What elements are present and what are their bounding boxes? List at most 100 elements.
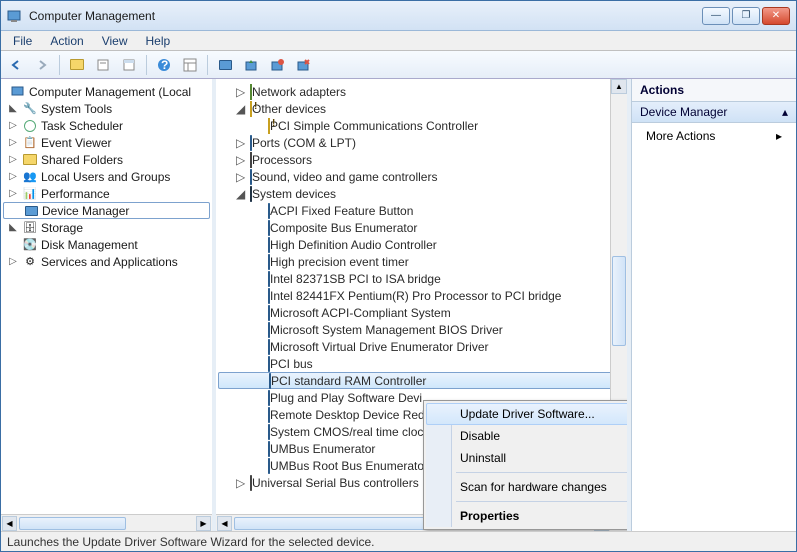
expand-icon[interactable]: ▷ — [7, 154, 19, 165]
tree-local-users[interactable]: ▷👥Local Users and Groups — [3, 168, 210, 185]
context-menu-item[interactable]: Update Driver Software... — [426, 403, 631, 425]
tree-task-scheduler[interactable]: ▷ Task Scheduler — [3, 117, 210, 134]
expand-icon[interactable]: ▷ — [236, 170, 250, 184]
device-category[interactable]: ◢Other devices — [218, 100, 625, 117]
actions-category[interactable]: Device Manager ▴ — [632, 102, 796, 123]
device-item[interactable]: Microsoft System Management BIOS Driver — [218, 321, 625, 338]
export-button[interactable] — [118, 54, 140, 76]
tree-performance[interactable]: ▷📊Performance — [3, 185, 210, 202]
device-item[interactable]: Composite Bus Enumerator — [218, 219, 625, 236]
tree-disk-mgmt[interactable]: 💽Disk Management — [3, 236, 210, 253]
console-tree[interactable]: Computer Management (Local ◣🔧System Tool… — [1, 79, 212, 514]
uninstall-tb-button[interactable] — [292, 54, 314, 76]
menu-help[interactable]: Help — [138, 32, 179, 50]
device-label: Remote Desktop Device Red — [270, 408, 425, 422]
tree-label: Storage — [41, 221, 83, 235]
tree-event-viewer[interactable]: ▷📋Event Viewer — [3, 134, 210, 151]
device-category[interactable]: ▷Processors — [218, 151, 625, 168]
expand-icon[interactable]: ▷ — [7, 120, 19, 131]
menu-action[interactable]: Action — [42, 32, 91, 50]
tree-label: Device Manager — [42, 204, 129, 218]
device-item[interactable]: High Definition Audio Controller — [218, 236, 625, 253]
category-label: Universal Serial Bus controllers — [252, 476, 419, 490]
device-item[interactable]: PCI Simple Communications Controller — [218, 117, 625, 134]
category-label: Ports (COM & LPT) — [252, 136, 356, 150]
expand-icon[interactable]: ▷ — [7, 137, 19, 148]
actions-pane: Actions Device Manager ▴ More Actions ▸ — [631, 79, 796, 531]
expand-icon[interactable]: ▷ — [236, 476, 250, 490]
actions-header: Actions — [632, 79, 796, 102]
scroll-thumb[interactable] — [19, 517, 126, 530]
main-content: Computer Management (Local ◣🔧System Tool… — [1, 79, 796, 531]
update-driver-tb-button[interactable] — [240, 54, 262, 76]
tree-view-button[interactable] — [179, 54, 201, 76]
collapse-icon[interactable]: ◣ — [7, 103, 19, 114]
expand-icon[interactable]: ▷ — [7, 171, 19, 182]
services-icon: ⚙ — [22, 254, 38, 270]
tree-label: Task Scheduler — [41, 119, 123, 133]
left-horizontal-scrollbar[interactable]: ◀ ▶ — [1, 514, 212, 531]
device-label: Composite Bus Enumerator — [270, 221, 417, 235]
device-label: ACPI Fixed Feature Button — [270, 204, 413, 218]
tree-system-tools[interactable]: ◣🔧System Tools — [3, 100, 210, 117]
status-bar: Launches the Update Driver Software Wiza… — [1, 531, 796, 551]
maximize-button[interactable]: ❐ — [732, 7, 760, 25]
context-menu-item[interactable]: Uninstall — [426, 447, 631, 469]
tree-label: Local Users and Groups — [41, 170, 170, 184]
device-item[interactable]: Intel 82441FX Pentium(R) Pro Processor t… — [218, 287, 625, 304]
scroll-left-icon[interactable]: ◀ — [217, 516, 232, 531]
expand-icon[interactable]: ▷ — [236, 153, 250, 167]
menu-file[interactable]: File — [5, 32, 40, 50]
menu-view[interactable]: View — [94, 32, 136, 50]
tree-root-label: Computer Management (Local — [29, 85, 191, 99]
collapse-icon[interactable]: ▴ — [782, 105, 788, 119]
tree-device-manager[interactable]: Device Manager — [3, 202, 210, 219]
device-item[interactable]: PCI bus — [218, 355, 625, 372]
tree-services[interactable]: ▷⚙Services and Applications — [3, 253, 210, 270]
collapse-icon[interactable]: ◣ — [7, 222, 19, 233]
minimize-button[interactable]: — — [702, 7, 730, 25]
forward-button[interactable] — [31, 54, 53, 76]
category-label: Network adapters — [252, 85, 346, 99]
expand-icon[interactable]: ▷ — [7, 256, 19, 267]
wrench-icon: 🔧 — [22, 101, 38, 117]
more-actions[interactable]: More Actions ▸ — [632, 123, 796, 149]
help-button[interactable]: ? — [153, 54, 175, 76]
tree-storage[interactable]: ◣🗄Storage — [3, 219, 210, 236]
close-button[interactable]: ✕ — [762, 7, 790, 25]
tree-root[interactable]: Computer Management (Local — [3, 83, 210, 100]
tree-shared-folders[interactable]: ▷Shared Folders — [3, 151, 210, 168]
disable-tb-button[interactable] — [266, 54, 288, 76]
device-category[interactable]: ◢System devices — [218, 185, 625, 202]
context-menu-separator — [456, 472, 631, 473]
collapse-icon[interactable]: ◢ — [236, 187, 250, 201]
expand-icon[interactable]: ▷ — [7, 188, 19, 199]
scroll-up-icon[interactable]: ▲ — [611, 79, 627, 94]
device-item[interactable]: Intel 82371SB PCI to ISA bridge — [218, 270, 625, 287]
device-item[interactable]: Microsoft ACPI-Compliant System — [218, 304, 625, 321]
expand-icon[interactable]: ▷ — [236, 85, 250, 99]
scan-hardware-button[interactable] — [214, 54, 236, 76]
context-menu-item[interactable]: Disable — [426, 425, 631, 447]
expand-icon[interactable]: ▷ — [236, 136, 250, 150]
context-menu-item[interactable]: Scan for hardware changes — [426, 476, 631, 498]
show-hide-tree-button[interactable] — [66, 54, 88, 76]
device-item[interactable]: ACPI Fixed Feature Button — [218, 202, 625, 219]
scroll-right-icon[interactable]: ▶ — [196, 516, 211, 531]
properties-button[interactable] — [92, 54, 114, 76]
warning-icon — [268, 119, 270, 133]
device-category[interactable]: ▷Ports (COM & LPT) — [218, 134, 625, 151]
scroll-left-icon[interactable]: ◀ — [2, 516, 17, 531]
tree-label: Event Viewer — [41, 136, 111, 150]
device-category[interactable]: ▷Network adapters — [218, 83, 625, 100]
back-button[interactable] — [5, 54, 27, 76]
device-item[interactable]: Microsoft Virtual Drive Enumerator Drive… — [218, 338, 625, 355]
device-item[interactable]: PCI standard RAM Controller — [218, 372, 625, 389]
collapse-icon[interactable]: ◢ — [236, 102, 250, 116]
device-item[interactable]: High precision event timer — [218, 253, 625, 270]
context-menu-item[interactable]: Properties — [426, 505, 631, 527]
device-label: Microsoft System Management BIOS Driver — [270, 323, 503, 337]
scroll-thumb[interactable] — [612, 256, 626, 346]
device-category[interactable]: ▷Sound, video and game controllers — [218, 168, 625, 185]
center-pane: ▷Network adapters◢Other devicesPCI Simpl… — [216, 79, 631, 531]
